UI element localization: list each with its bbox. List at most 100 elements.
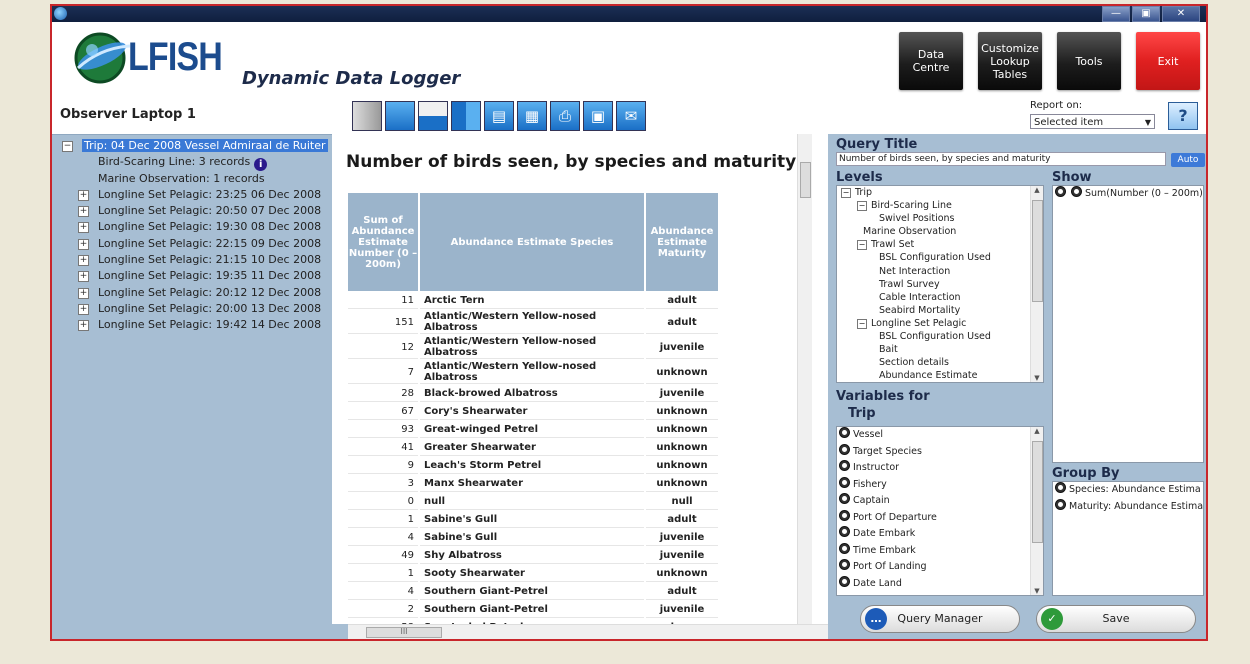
collapse-icon[interactable]: − — [841, 188, 851, 198]
show-list[interactable]: Sum(Number (0 – 200m) — [1052, 185, 1204, 463]
tree-item[interactable]: + Longline Set Pelagic: 20:12 12 Dec 2008 — [52, 285, 348, 301]
save-disk-icon[interactable]: ▣ — [583, 101, 613, 131]
collapse-icon[interactable]: − — [62, 141, 73, 152]
data-centre-button[interactable]: Data Centre — [899, 32, 963, 90]
level-item[interactable]: Cable Interaction — [837, 291, 1043, 304]
blue-split-icon[interactable] — [451, 101, 481, 131]
expand-icon[interactable]: + — [78, 189, 89, 201]
level-item[interactable]: Marine Observation — [837, 225, 1043, 238]
report-vertical-scrollbar[interactable] — [797, 134, 812, 624]
variable-item[interactable]: Captain — [837, 493, 1043, 510]
tree-item[interactable]: Marine Observation: 1 records — [52, 171, 348, 187]
expand-icon[interactable]: + — [78, 320, 89, 332]
level-label: Longline Set Pelagic — [871, 317, 967, 329]
report-on-select[interactable]: Selected item ▼ — [1030, 114, 1155, 129]
expand-icon[interactable]: + — [78, 287, 89, 299]
tree-item[interactable]: + Longline Set Pelagic: 19:42 14 Dec 2008 — [52, 317, 348, 333]
variable-item[interactable]: Fishery — [837, 476, 1043, 494]
col-header-maturity: Abundance Estimate Maturity — [646, 193, 718, 291]
tree-item[interactable]: + Longline Set Pelagic: 20:50 07 Dec 2008 — [52, 203, 348, 219]
variable-item[interactable]: Instructor — [837, 460, 1043, 477]
variable-item[interactable]: Target Species — [837, 443, 1043, 461]
tree-item-label: Longline Set Pelagic: 20:00 13 Dec 2008 — [98, 301, 322, 315]
collapse-icon[interactable]: − — [857, 318, 867, 329]
level-item[interactable]: Swivel Positions — [837, 212, 1043, 225]
notepad-icon[interactable]: ▦ — [517, 101, 547, 131]
level-item[interactable]: − Bird-Scaring Line — [837, 199, 1043, 212]
tree-item-label: Longline Set Pelagic: 19:30 08 Dec 2008 — [98, 220, 322, 234]
query-manager-button[interactable]: … Query Manager — [860, 605, 1020, 633]
variable-item[interactable]: Port Of Departure — [837, 509, 1043, 527]
count-cell: 1 — [348, 512, 418, 528]
levels-tree[interactable]: − Trip − Bird-Scaring Line Swivel Positions M… — [836, 185, 1044, 383]
level-item[interactable]: − Trip — [837, 186, 1043, 199]
variable-item[interactable]: Port Of Landing — [837, 559, 1043, 576]
save-button[interactable]: ✓ Save — [1036, 605, 1196, 633]
tree-item[interactable]: + Longline Set Pelagic: 21:15 10 Dec 2008 — [52, 252, 348, 268]
group-by-item[interactable]: Species: Abundance Estima — [1053, 482, 1203, 499]
group-by-list[interactable]: Species: Abundance Estima Maturity: Abund… — [1052, 481, 1204, 596]
grey-block-icon[interactable] — [352, 101, 382, 131]
expand-icon[interactable]: + — [78, 255, 89, 267]
table-row: 4 Southern Giant-Petrel adult — [348, 584, 718, 600]
report-horizontal-scrollbar[interactable]: III — [348, 624, 828, 639]
count-cell: 28 — [348, 386, 418, 402]
tree-item[interactable]: + Longline Set Pelagic: 19:35 11 Dec 2008 — [52, 268, 348, 284]
maximize-button[interactable]: ▣ — [1132, 6, 1160, 22]
level-label: Trip — [855, 187, 872, 198]
blue-half-icon[interactable] — [418, 101, 448, 131]
tree-item[interactable]: + Longline Set Pelagic: 19:30 08 Dec 2008 — [52, 219, 348, 235]
level-item[interactable]: Abundance Estimate — [837, 369, 1043, 382]
species-cell: Black-browed Albatross — [420, 386, 644, 402]
tree-item[interactable]: + Longline Set Pelagic: 23:25 06 Dec 2008 — [52, 187, 348, 203]
exit-button[interactable]: Exit — [1136, 32, 1200, 90]
variables-list[interactable]: Vessel Target Species Instructor Fishery Cap… — [836, 426, 1044, 596]
expand-icon[interactable]: + — [78, 206, 89, 218]
variables-level-label: Trip — [848, 406, 876, 421]
species-cell: null — [420, 494, 644, 510]
expand-icon[interactable]: + — [78, 271, 89, 283]
variables-for-label: Variables for — [836, 389, 930, 404]
group-by-item-label: Maturity: Abundance Estima — [1069, 500, 1204, 512]
customize-lookup-tables-button[interactable]: Customize Lookup Tables — [978, 32, 1042, 90]
query-title-input[interactable]: Number of birds seen, by species and mat… — [836, 152, 1166, 166]
tree-item[interactable]: + Longline Set Pelagic: 22:15 09 Dec 2008 — [52, 236, 348, 252]
email-icon[interactable]: ✉ — [616, 101, 646, 131]
tree-item[interactable]: − Trip: 04 Dec 2008 Vessel Admiraal de Ru… — [52, 138, 348, 154]
level-item[interactable]: Trawl Survey — [837, 278, 1043, 291]
collapse-icon[interactable]: − — [857, 201, 867, 212]
help-icon[interactable]: ? — [1168, 102, 1198, 130]
tools-button[interactable]: Tools — [1057, 32, 1121, 90]
document-icon[interactable]: ▤ — [484, 101, 514, 131]
variable-item[interactable]: Date Embark — [837, 526, 1043, 543]
level-item[interactable]: Section details — [837, 356, 1043, 369]
show-item[interactable]: Sum(Number (0 – 200m) — [1053, 186, 1203, 203]
expand-icon[interactable]: + — [78, 222, 89, 234]
report-toolbar: ▤ ▦ ⎙ ▣ ✉ — [348, 96, 828, 134]
level-item[interactable]: Bait — [837, 343, 1043, 356]
close-window-button[interactable]: ✕ — [1162, 6, 1200, 22]
auto-button[interactable]: Auto — [1171, 153, 1205, 167]
level-item[interactable]: Seabird Mortality — [837, 304, 1043, 317]
level-label: Seabird Mortality — [879, 304, 961, 316]
blue-block-icon[interactable] — [385, 101, 415, 131]
info-icon[interactable]: i — [254, 158, 268, 172]
level-item[interactable]: Net Interaction — [837, 265, 1043, 278]
variable-item[interactable]: Vessel — [837, 427, 1043, 444]
expand-icon[interactable]: + — [78, 303, 89, 315]
level-item[interactable]: BSL Configuration Used — [837, 330, 1043, 343]
variable-item[interactable]: Date Land — [837, 575, 1043, 593]
level-label: Bird-Scaring Line — [871, 200, 952, 212]
variable-item[interactable]: Time Embark — [837, 542, 1043, 560]
minimize-button[interactable]: — — [1102, 6, 1130, 22]
tree-item[interactable]: Bird-Scaring Line: 3 records i — [52, 154, 348, 172]
group-by-item[interactable]: Maturity: Abundance Estima — [1053, 498, 1204, 516]
level-item[interactable]: BSL Configuration Used — [837, 251, 1043, 264]
maturity-cell: juvenile — [646, 336, 718, 359]
level-item[interactable]: − Longline Set Pelagic — [837, 317, 1043, 330]
printer-icon[interactable]: ⎙ — [550, 101, 580, 131]
collapse-icon[interactable]: − — [857, 240, 867, 251]
tree-item[interactable]: + Longline Set Pelagic: 20:00 13 Dec 2008 — [52, 301, 348, 317]
expand-icon[interactable]: + — [78, 238, 89, 250]
level-item[interactable]: − Trawl Set — [837, 238, 1043, 251]
